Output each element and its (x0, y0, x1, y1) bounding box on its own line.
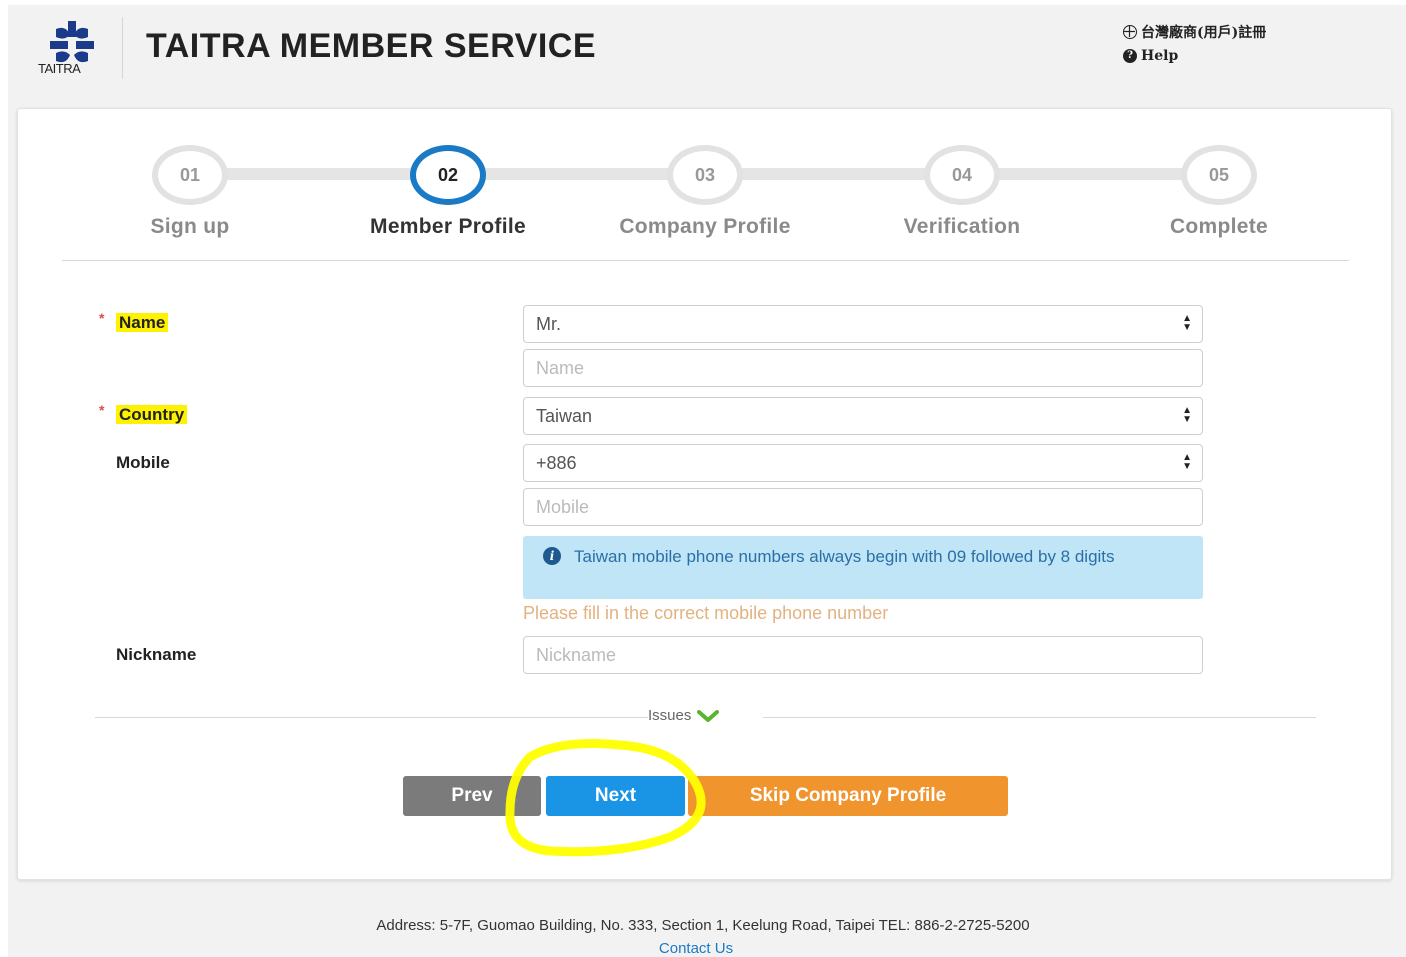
mobile-input[interactable]: Mobile (523, 488, 1203, 526)
nickname-input[interactable]: Nickname (523, 636, 1203, 674)
country-label-text: Country (116, 405, 188, 424)
top-links: 台灣廠商(用戶)註冊 ? Help (1123, 20, 1266, 68)
help-link[interactable]: ? Help (1123, 44, 1266, 68)
globe-icon (1123, 25, 1137, 39)
step-number: 01 (152, 145, 228, 205)
name-input[interactable]: Name (523, 349, 1203, 387)
step-number: 05 (1181, 145, 1257, 205)
logo-divider (122, 17, 123, 79)
issues-toggle[interactable]: Issues (648, 707, 720, 724)
nickname-placeholder: Nickname (536, 644, 617, 665)
title-select-value: Mr. (536, 313, 561, 334)
registration-card: 01 Sign up 02 Member Profile 03 Company … (17, 108, 1392, 880)
step-number: 03 (667, 145, 743, 205)
issues-divider-left (95, 717, 648, 718)
step-verification: 04 Verification (862, 145, 1062, 239)
name-label-text: Name (116, 313, 169, 332)
step-label: Member Profile (370, 215, 526, 238)
nickname-label: Nickname (116, 645, 197, 664)
select-arrows-icon: ▲ ▼ (1182, 313, 1192, 333)
dial-code-select[interactable]: +886 ▲ ▼ (523, 444, 1203, 482)
taiwan-register-link[interactable]: 台灣廠商(用戶)註冊 (1123, 20, 1266, 44)
step-company-profile: 03 Company Profile (605, 145, 805, 239)
country-label: * Country (99, 402, 188, 425)
site-title: TAITRA MEMBER SERVICE (146, 27, 597, 65)
skip-company-profile-button[interactable]: Skip Company Profile (688, 776, 1008, 816)
step-number: 02 (410, 145, 486, 205)
required-mark: * (99, 310, 105, 326)
contact-us-link[interactable]: Contact Us (0, 940, 1392, 957)
country-select[interactable]: Taiwan ▲ ▼ (523, 397, 1203, 435)
title-select[interactable]: Mr. ▲ ▼ (523, 305, 1203, 343)
step-sign-up: 01 Sign up (90, 145, 290, 239)
logo-text: TAITRA (38, 61, 81, 76)
name-placeholder: Name (536, 357, 585, 378)
mobile-error-text: Please fill in the correct mobile phone … (523, 603, 889, 623)
country-select-value: Taiwan (536, 405, 593, 426)
mobile-label: Mobile (116, 453, 170, 472)
help-icon: ? (1123, 49, 1137, 63)
step-label: Sign up (150, 215, 230, 238)
mobile-placeholder: Mobile (536, 496, 590, 517)
chevron-down-icon (697, 709, 720, 723)
select-arrows-icon: ▲ ▼ (1182, 405, 1192, 425)
name-label: * Name (99, 310, 169, 333)
taiwan-register-label: 台灣廠商(用戶)註冊 (1141, 25, 1267, 41)
step-label: Company Profile (619, 215, 791, 238)
select-arrows-icon: ▲ ▼ (1182, 452, 1192, 472)
mobile-info-text: Taiwan mobile phone numbers always begin… (574, 547, 1115, 566)
step-member-profile: 02 Member Profile (348, 145, 548, 239)
step-number: 04 (924, 145, 1000, 205)
header: TAITRA TAITRA MEMBER SERVICE 台灣廠商(用戶)註冊 … (8, 5, 1406, 105)
step-label: Complete (1169, 215, 1269, 238)
issues-label: Issues (648, 707, 692, 724)
prev-button[interactable]: Prev (403, 776, 541, 816)
step-label: Verification (903, 215, 1021, 238)
issues-divider-right (763, 717, 1316, 718)
required-mark: * (99, 402, 105, 418)
next-button[interactable]: Next (546, 776, 685, 816)
info-icon: i (543, 547, 561, 565)
footer-address: Address: 5-7F, Guomao Building, No. 333,… (376, 917, 1030, 934)
mobile-info-box: i Taiwan mobile phone numbers always beg… (523, 536, 1203, 599)
help-label: Help (1141, 48, 1179, 64)
stepper-divider (62, 260, 1349, 261)
step-complete: 05 Complete (1119, 145, 1319, 239)
dial-code-value: +886 (536, 452, 577, 473)
